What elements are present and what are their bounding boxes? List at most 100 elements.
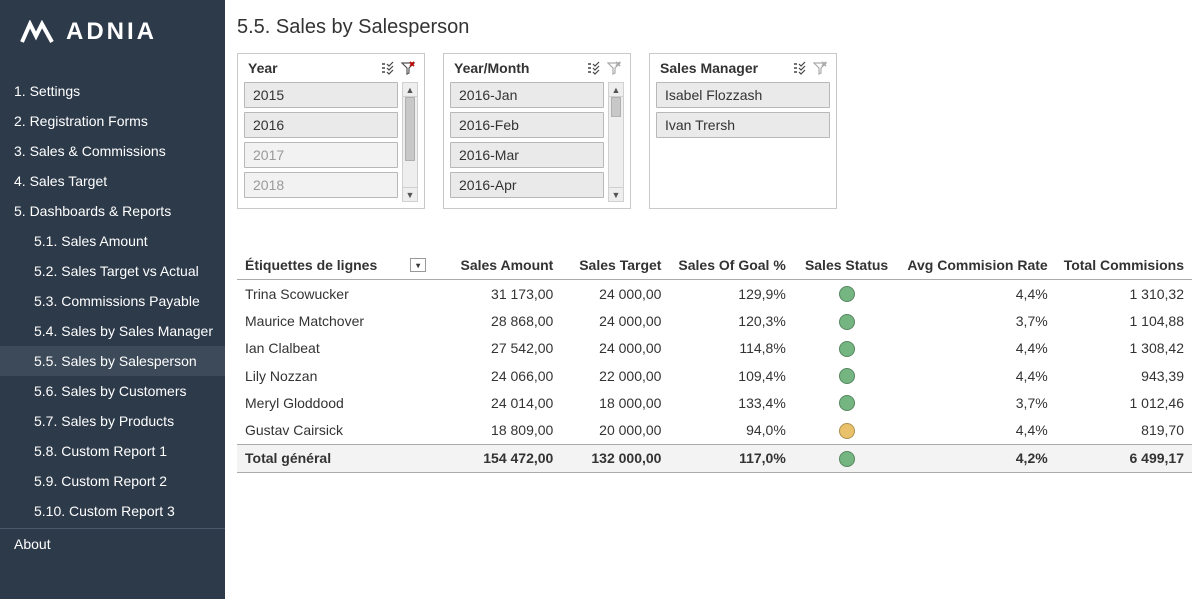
- nav-item[interactable]: 5. Dashboards & Reports: [0, 196, 225, 226]
- cell-rate: 4,4%: [899, 335, 1055, 362]
- table-row[interactable]: Maurice Matchover28 868,0024 000,00120,3…: [237, 307, 1192, 334]
- col-sales-of-goal[interactable]: Sales Of Goal %: [669, 251, 793, 280]
- table-row[interactable]: Meryl Gloddood24 014,0018 000,00133,4%3,…: [237, 389, 1192, 416]
- slicer-header: Year/Month: [444, 54, 630, 82]
- col-row-labels: Étiquettes de lignes: [245, 257, 377, 273]
- nav-item[interactable]: 2. Registration Forms: [0, 106, 225, 136]
- status-dot-green: [839, 395, 855, 411]
- cell-status: [794, 362, 900, 389]
- cell-target: 24 000,00: [561, 280, 669, 308]
- slicer-scrollbar[interactable]: ▲▼: [402, 82, 418, 202]
- nav-item[interactable]: 5.10. Custom Report 3: [0, 496, 225, 526]
- nav-item[interactable]: 5.8. Custom Report 1: [0, 436, 225, 466]
- status-dot-amber: [839, 423, 855, 439]
- scroll-down-icon[interactable]: ▼: [609, 187, 623, 201]
- table-row[interactable]: Ian Clalbeat27 542,0024 000,00114,8% 4,4%…: [237, 335, 1192, 362]
- slicer-item[interactable]: 2016-Mar: [450, 142, 604, 168]
- sidebar: ADNIA 1. Settings2. Registration Forms3.…: [0, 0, 225, 599]
- cell-status: [794, 307, 900, 334]
- cell-total: 1 104,88: [1056, 307, 1192, 334]
- cell-status: [794, 335, 900, 362]
- slicer-item[interactable]: 2015: [244, 82, 398, 108]
- cell-rate: 4,2%: [899, 444, 1055, 472]
- nav-item[interactable]: 3. Sales & Commissions: [0, 136, 225, 166]
- cell-status: [794, 416, 900, 444]
- cell-goal: 133,4%: [669, 389, 793, 416]
- clear-filter-icon[interactable]: [606, 60, 622, 76]
- multiselect-icon[interactable]: [792, 60, 808, 76]
- cell-total: 1 012,46: [1056, 389, 1192, 416]
- scroll-up-icon[interactable]: ▲: [609, 83, 623, 97]
- scroll-up-icon[interactable]: ▲: [403, 83, 417, 97]
- slicer-item[interactable]: 2016-Jan: [450, 82, 604, 108]
- nav-item[interactable]: 4. Sales Target: [0, 166, 225, 196]
- nav-item[interactable]: 5.1. Sales Amount: [0, 226, 225, 256]
- col-sales-target[interactable]: Sales Target: [561, 251, 669, 280]
- table-row[interactable]: Lily Nozzan24 066,0022 000,00109,4%4,4%9…: [237, 362, 1192, 389]
- nav-item[interactable]: 5.4. Sales by Sales Manager: [0, 316, 225, 346]
- nav-item[interactable]: 5.5. Sales by Salesperson: [0, 346, 225, 376]
- cell-amount: 27 542,00: [434, 335, 561, 362]
- brand-name: ADNIA: [66, 18, 157, 46]
- col-avg-commission[interactable]: Avg Commision Rate: [899, 251, 1055, 280]
- slicer-item[interactable]: Isabel Flozzash: [656, 82, 830, 108]
- cell-goal: 94,0%: [669, 416, 793, 444]
- table-row[interactable]: Gustav Cairsick18 809,0020 000,0094,0%4,…: [237, 416, 1192, 444]
- scroll-thumb[interactable]: [405, 97, 415, 161]
- main-content: 5.5. Sales by Salesperson Year2015201620…: [225, 0, 1193, 599]
- cell-name: Maurice Matchover: [237, 307, 434, 334]
- slicer-sales-manager: Sales ManagerIsabel Flozzash Ivan Trersh: [649, 53, 837, 209]
- cell-target: 18 000,00: [561, 389, 669, 416]
- col-sales-amount[interactable]: Sales Amount: [434, 251, 561, 280]
- col-sales-status[interactable]: Sales Status: [794, 251, 900, 280]
- slicer-header: Year: [238, 54, 424, 82]
- table-row[interactable]: Trina Scowucker31 173,0024 000,00129,9%4…: [237, 280, 1192, 308]
- slicer-item[interactable]: 2016: [244, 112, 398, 138]
- status-dot-green: [839, 314, 855, 330]
- slicer-item[interactable]: 2017: [244, 142, 398, 168]
- cell-goal: 117,0%: [669, 444, 793, 472]
- pivot-table-wrap: Étiquettes de lignes ▾ Sales Amount Sale…: [237, 251, 1192, 473]
- cell-status: [794, 389, 900, 416]
- col-total-commissions[interactable]: Total Commisions: [1056, 251, 1192, 280]
- nav-item[interactable]: 5.6. Sales by Customers: [0, 376, 225, 406]
- sidebar-nav: 1. Settings2. Registration Forms3. Sales…: [0, 76, 225, 559]
- table-total-row: Total général154 472,00132 000,00117,0%4…: [237, 444, 1192, 472]
- slicer-item[interactable]: 2018: [244, 172, 398, 198]
- cell-total: 6 499,17: [1056, 444, 1192, 472]
- slicer-year: Year2015201620172018▲▼: [237, 53, 425, 209]
- cell-name: Lily Nozzan: [237, 362, 434, 389]
- nav-item[interactable]: 5.7. Sales by Products: [0, 406, 225, 436]
- slicer-item[interactable]: 2016-Feb: [450, 112, 604, 138]
- nav-item[interactable]: 5.2. Sales Target vs Actual: [0, 256, 225, 286]
- nav-about[interactable]: About: [0, 528, 225, 559]
- nav-item[interactable]: 5.9. Custom Report 2: [0, 466, 225, 496]
- cell-name: Ian Clalbeat: [237, 335, 434, 362]
- multiselect-icon[interactable]: [380, 60, 396, 76]
- slicer-item[interactable]: Ivan Trersh: [656, 112, 830, 138]
- cell-goal: 109,4%: [669, 362, 793, 389]
- cell-status: [794, 280, 900, 308]
- cell-target: 24 000,00: [561, 335, 669, 362]
- cell-name: Meryl Gloddood: [237, 389, 434, 416]
- nav-item[interactable]: 1. Settings: [0, 76, 225, 106]
- cell-rate: 4,4%: [899, 280, 1055, 308]
- slicer-scrollbar[interactable]: ▲▼: [608, 82, 624, 202]
- row-labels-filter-dropdown[interactable]: ▾: [410, 258, 426, 272]
- status-dot-green: [839, 451, 855, 467]
- slicer-header: Sales Manager: [650, 54, 836, 82]
- cell-goal: 120,3%: [669, 307, 793, 334]
- cell-target: 22 000,00: [561, 362, 669, 389]
- clear-filter-icon[interactable]: [812, 60, 828, 76]
- multiselect-icon[interactable]: [586, 60, 602, 76]
- clear-filter-icon[interactable]: [400, 60, 416, 76]
- scroll-thumb[interactable]: [611, 97, 621, 117]
- cell-rate: 3,7%: [899, 307, 1055, 334]
- cell-goal: 114,8%: [669, 335, 793, 362]
- cell-name: Gustav Cairsick: [237, 416, 434, 444]
- scroll-down-icon[interactable]: ▼: [403, 187, 417, 201]
- slicer-title: Year/Month: [454, 60, 582, 76]
- nav-item[interactable]: 5.3. Commissions Payable: [0, 286, 225, 316]
- slicer-item[interactable]: 2016-Apr: [450, 172, 604, 198]
- status-dot-green: [839, 341, 855, 357]
